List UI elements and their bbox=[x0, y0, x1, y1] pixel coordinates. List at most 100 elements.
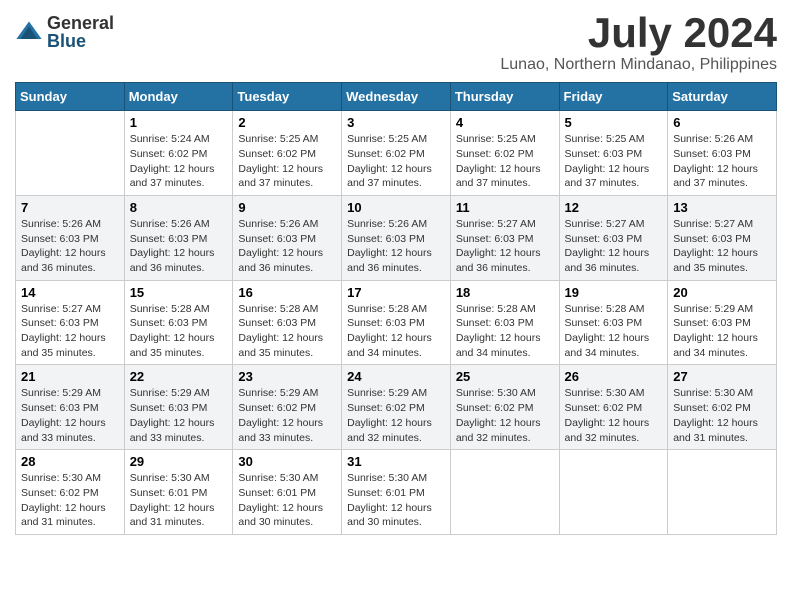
day-info: Sunrise: 5:28 AMSunset: 6:03 PMDaylight:… bbox=[456, 302, 554, 361]
month-title: July 2024 bbox=[500, 10, 777, 56]
calendar-cell: 14 Sunrise: 5:27 AMSunset: 6:03 PMDayligh… bbox=[16, 280, 125, 365]
day-number: 9 bbox=[238, 200, 336, 215]
calendar-cell: 21 Sunrise: 5:29 AMSunset: 6:03 PMDayligh… bbox=[16, 365, 125, 450]
logo-text: General Blue bbox=[47, 14, 114, 50]
day-number: 16 bbox=[238, 285, 336, 300]
calendar-cell: 22Sunrise: 5:29 AMSunset: 6:03 PMDayligh… bbox=[124, 365, 233, 450]
week-row-5: 28Sunrise: 5:30 AMSunset: 6:02 PMDayligh… bbox=[16, 450, 777, 535]
calendar-cell: 18Sunrise: 5:28 AMSunset: 6:03 PMDayligh… bbox=[450, 280, 559, 365]
day-info: Sunrise: 5:30 AMSunset: 6:02 PMDaylight:… bbox=[21, 471, 119, 530]
day-number: 21 bbox=[21, 369, 119, 384]
day-info: Sunrise: 5:26 AMSunset: 6:03 PMDaylight:… bbox=[21, 217, 119, 276]
week-row-2: 7 Sunrise: 5:26 AMSunset: 6:03 PMDaylight… bbox=[16, 195, 777, 280]
day-info: Sunrise: 5:29 AMSunset: 6:03 PMDaylight:… bbox=[673, 302, 771, 361]
day-header-friday: Friday bbox=[559, 83, 668, 111]
day-info: Sunrise: 5:26 AMSunset: 6:03 PMDaylight:… bbox=[347, 217, 445, 276]
logo: General Blue bbox=[15, 14, 114, 50]
day-header-saturday: Saturday bbox=[668, 83, 777, 111]
day-number: 13 bbox=[673, 200, 771, 215]
day-info: Sunrise: 5:24 AMSunset: 6:02 PMDaylight:… bbox=[130, 132, 228, 191]
calendar-cell: 12 Sunrise: 5:27 AMSunset: 6:03 PMDayligh… bbox=[559, 195, 668, 280]
calendar-cell: 26 Sunrise: 5:30 AMSunset: 6:02 PMDayligh… bbox=[559, 365, 668, 450]
logo-blue: Blue bbox=[47, 32, 114, 50]
day-info: Sunrise: 5:30 AMSunset: 6:01 PMDaylight:… bbox=[130, 471, 228, 530]
calendar-cell: 9 Sunrise: 5:26 AMSunset: 6:03 PMDaylight… bbox=[233, 195, 342, 280]
day-number: 20 bbox=[673, 285, 771, 300]
day-number: 15 bbox=[130, 285, 228, 300]
calendar-cell: 25 Sunrise: 5:30 AMSunset: 6:02 PMDayligh… bbox=[450, 365, 559, 450]
logo-icon bbox=[15, 18, 43, 46]
day-info: Sunrise: 5:29 AMSunset: 6:03 PMDaylight:… bbox=[21, 386, 119, 445]
calendar-cell: 17 Sunrise: 5:28 AMSunset: 6:03 PMDayligh… bbox=[342, 280, 451, 365]
day-header-sunday: Sunday bbox=[16, 83, 125, 111]
week-row-1: 1Sunrise: 5:24 AMSunset: 6:02 PMDaylight… bbox=[16, 111, 777, 196]
day-number: 27 bbox=[673, 369, 771, 384]
day-number: 14 bbox=[21, 285, 119, 300]
day-header-wednesday: Wednesday bbox=[342, 83, 451, 111]
calendar-cell bbox=[450, 450, 559, 535]
day-header-monday: Monday bbox=[124, 83, 233, 111]
day-number: 24 bbox=[347, 369, 445, 384]
calendar-cell: 11Sunrise: 5:27 AMSunset: 6:03 PMDayligh… bbox=[450, 195, 559, 280]
day-info: Sunrise: 5:27 AMSunset: 6:03 PMDaylight:… bbox=[456, 217, 554, 276]
day-number: 26 bbox=[565, 369, 663, 384]
day-number: 5 bbox=[565, 115, 663, 130]
calendar-cell: 13Sunrise: 5:27 AMSunset: 6:03 PMDayligh… bbox=[668, 195, 777, 280]
calendar-cell: 5 Sunrise: 5:25 AMSunset: 6:03 PMDaylight… bbox=[559, 111, 668, 196]
day-number: 23 bbox=[238, 369, 336, 384]
calendar-cell: 24 Sunrise: 5:29 AMSunset: 6:02 PMDayligh… bbox=[342, 365, 451, 450]
location-title: Lunao, Northern Mindanao, Philippines bbox=[500, 56, 777, 74]
day-info: Sunrise: 5:29 AMSunset: 6:02 PMDaylight:… bbox=[238, 386, 336, 445]
day-info: Sunrise: 5:25 AMSunset: 6:02 PMDaylight:… bbox=[347, 132, 445, 191]
day-header-tuesday: Tuesday bbox=[233, 83, 342, 111]
day-number: 22 bbox=[130, 369, 228, 384]
day-number: 17 bbox=[347, 285, 445, 300]
day-info: Sunrise: 5:28 AMSunset: 6:03 PMDaylight:… bbox=[565, 302, 663, 361]
calendar-cell: 2Sunrise: 5:25 AMSunset: 6:02 PMDaylight… bbox=[233, 111, 342, 196]
calendar-cell: 8 Sunrise: 5:26 AMSunset: 6:03 PMDaylight… bbox=[124, 195, 233, 280]
calendar-cell: 29Sunrise: 5:30 AMSunset: 6:01 PMDayligh… bbox=[124, 450, 233, 535]
day-info: Sunrise: 5:30 AMSunset: 6:01 PMDaylight:… bbox=[347, 471, 445, 530]
day-info: Sunrise: 5:25 AMSunset: 6:02 PMDaylight:… bbox=[456, 132, 554, 191]
logo-general: General bbox=[47, 14, 114, 32]
week-row-3: 14 Sunrise: 5:27 AMSunset: 6:03 PMDayligh… bbox=[16, 280, 777, 365]
calendar-cell: 28Sunrise: 5:30 AMSunset: 6:02 PMDayligh… bbox=[16, 450, 125, 535]
day-number: 6 bbox=[673, 115, 771, 130]
week-row-4: 21 Sunrise: 5:29 AMSunset: 6:03 PMDayligh… bbox=[16, 365, 777, 450]
day-number: 25 bbox=[456, 369, 554, 384]
day-number: 12 bbox=[565, 200, 663, 215]
calendar-cell: 7 Sunrise: 5:26 AMSunset: 6:03 PMDaylight… bbox=[16, 195, 125, 280]
day-number: 19 bbox=[565, 285, 663, 300]
calendar-cell: 20 Sunrise: 5:29 AMSunset: 6:03 PMDayligh… bbox=[668, 280, 777, 365]
day-info: Sunrise: 5:27 AMSunset: 6:03 PMDaylight:… bbox=[565, 217, 663, 276]
calendar-cell: 23 Sunrise: 5:29 AMSunset: 6:02 PMDayligh… bbox=[233, 365, 342, 450]
day-number: 8 bbox=[130, 200, 228, 215]
day-info: Sunrise: 5:30 AMSunset: 6:01 PMDaylight:… bbox=[238, 471, 336, 530]
day-info: Sunrise: 5:27 AMSunset: 6:03 PMDaylight:… bbox=[21, 302, 119, 361]
calendar-cell bbox=[16, 111, 125, 196]
day-info: Sunrise: 5:26 AMSunset: 6:03 PMDaylight:… bbox=[673, 132, 771, 191]
calendar-cell: 16Sunrise: 5:28 AMSunset: 6:03 PMDayligh… bbox=[233, 280, 342, 365]
calendar-cell bbox=[668, 450, 777, 535]
calendar-cell: 19 Sunrise: 5:28 AMSunset: 6:03 PMDayligh… bbox=[559, 280, 668, 365]
calendar-cell: 10Sunrise: 5:26 AMSunset: 6:03 PMDayligh… bbox=[342, 195, 451, 280]
day-info: Sunrise: 5:28 AMSunset: 6:03 PMDaylight:… bbox=[130, 302, 228, 361]
calendar-cell: 15 Sunrise: 5:28 AMSunset: 6:03 PMDayligh… bbox=[124, 280, 233, 365]
title-area: July 2024 Lunao, Northern Mindanao, Phil… bbox=[500, 10, 777, 74]
page-header: General Blue July 2024 Lunao, Northern M… bbox=[15, 10, 777, 74]
calendar-cell: 4 Sunrise: 5:25 AMSunset: 6:02 PMDaylight… bbox=[450, 111, 559, 196]
day-info: Sunrise: 5:28 AMSunset: 6:03 PMDaylight:… bbox=[347, 302, 445, 361]
day-header-thursday: Thursday bbox=[450, 83, 559, 111]
day-info: Sunrise: 5:30 AMSunset: 6:02 PMDaylight:… bbox=[565, 386, 663, 445]
day-number: 4 bbox=[456, 115, 554, 130]
calendar-cell: 31 Sunrise: 5:30 AMSunset: 6:01 PMDayligh… bbox=[342, 450, 451, 535]
calendar-cell: 30Sunrise: 5:30 AMSunset: 6:01 PMDayligh… bbox=[233, 450, 342, 535]
day-number: 7 bbox=[21, 200, 119, 215]
day-number: 31 bbox=[347, 454, 445, 469]
day-info: Sunrise: 5:26 AMSunset: 6:03 PMDaylight:… bbox=[130, 217, 228, 276]
day-number: 2 bbox=[238, 115, 336, 130]
day-info: Sunrise: 5:30 AMSunset: 6:02 PMDaylight:… bbox=[456, 386, 554, 445]
day-info: Sunrise: 5:26 AMSunset: 6:03 PMDaylight:… bbox=[238, 217, 336, 276]
day-info: Sunrise: 5:29 AMSunset: 6:02 PMDaylight:… bbox=[347, 386, 445, 445]
day-info: Sunrise: 5:25 AMSunset: 6:03 PMDaylight:… bbox=[565, 132, 663, 191]
